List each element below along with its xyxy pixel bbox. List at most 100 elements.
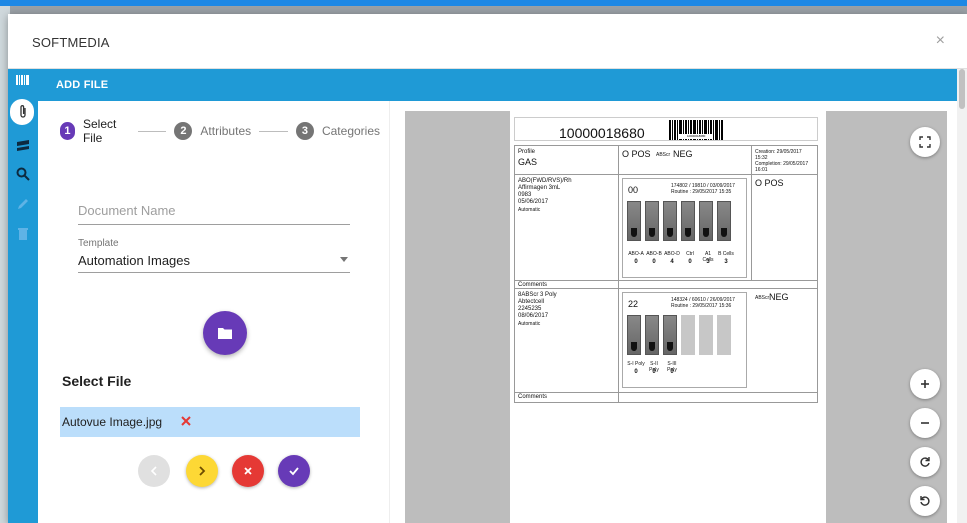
test1-tubes xyxy=(627,201,735,241)
gel-tube xyxy=(681,201,695,241)
next-button[interactable] xyxy=(186,455,218,487)
column-value: 0 xyxy=(688,259,692,265)
browse-folder-button[interactable] xyxy=(203,311,247,355)
rotate-left-button[interactable] xyxy=(910,486,940,516)
step-label: Attributes xyxy=(200,124,252,138)
zoom-in-button[interactable] xyxy=(910,369,940,399)
search-icon[interactable] xyxy=(15,166,31,182)
column-divider xyxy=(618,146,619,402)
test1-score: 00 xyxy=(628,185,639,195)
barcode-caption: 10000018680 xyxy=(687,134,706,138)
select-file-heading: Select File xyxy=(62,373,132,389)
test2-result-label: ABScr xyxy=(755,295,770,301)
zoom-in-icon xyxy=(921,380,929,388)
test2-mode: Automatic xyxy=(518,321,541,327)
background-app-header xyxy=(0,0,967,6)
test1-lot: 0983 xyxy=(518,192,532,198)
column-value: 0 xyxy=(652,369,656,375)
test2-lot: 2245235 xyxy=(518,306,542,312)
profile-label: Profile xyxy=(518,149,536,155)
rotate-left-icon xyxy=(920,496,930,506)
test2-result: NEG xyxy=(769,292,789,302)
gel-tube-empty xyxy=(681,315,695,355)
template-label: Template xyxy=(78,238,119,249)
scrollbar-thumb[interactable] xyxy=(959,69,965,109)
pencil-icon[interactable] xyxy=(15,196,31,212)
confirm-button[interactable] xyxy=(278,455,310,487)
check-icon xyxy=(289,467,299,476)
results-report: Profile GAS O POS ABScr NEG Creation: 29… xyxy=(514,145,818,403)
gel-tube-empty xyxy=(699,315,713,355)
step-categories[interactable]: 3 Categories xyxy=(295,122,380,140)
document-name-input[interactable]: Document Name xyxy=(78,201,350,225)
selected-file-row[interactable]: Autovue Image.jpg xyxy=(60,407,360,437)
barcode-icon[interactable] xyxy=(15,72,31,88)
rotate-right-button[interactable] xyxy=(910,447,940,477)
step-number: 2 xyxy=(174,122,193,140)
remove-file-icon[interactable] xyxy=(178,413,194,429)
add-file-dialog: SOFTMEDIA × ADD FILE 1 Select File 2 Att… xyxy=(8,14,967,523)
step-connector xyxy=(137,130,167,132)
cancel-button[interactable] xyxy=(232,455,264,487)
close-icon[interactable]: × xyxy=(936,32,945,50)
stepper: 1 Select File 2 Attributes 3 Categories xyxy=(60,117,380,145)
chevron-right-icon xyxy=(199,466,206,476)
column-value: 0 xyxy=(634,259,638,265)
test2-line2: Routine : 29/05/2017 15:36 xyxy=(671,303,732,309)
step-select-file[interactable]: 1 Select File xyxy=(60,117,130,145)
test2-card: 22 148324 / 60610 / 26/09/2017 Routine :… xyxy=(622,292,747,388)
test2-tubes xyxy=(627,315,735,355)
gel-tube xyxy=(627,315,641,355)
gel-tube xyxy=(663,201,677,241)
test1-column-values: 0 0 4 0 3 3 xyxy=(627,259,735,265)
trash-icon[interactable] xyxy=(15,226,31,242)
gel-tube xyxy=(663,315,677,355)
row-divider xyxy=(515,174,817,175)
step-label: Categories xyxy=(321,124,380,138)
paperclip-icon[interactable] xyxy=(15,104,31,120)
gel-tube xyxy=(717,201,731,241)
step-label: Select File xyxy=(82,117,117,145)
template-select[interactable]: Automation Images xyxy=(78,251,350,273)
zoom-out-icon xyxy=(921,422,929,424)
test1-result: O POS xyxy=(755,178,784,188)
layers-icon[interactable] xyxy=(15,137,31,153)
zoom-out-button[interactable] xyxy=(910,408,940,438)
toolbar-title: ADD FILE xyxy=(56,79,109,91)
test1-mode: Automatic xyxy=(518,207,541,213)
row-divider xyxy=(515,392,817,393)
column-divider xyxy=(751,146,752,280)
form-panel: 1 Select File 2 Attributes 3 Categories … xyxy=(38,101,390,523)
column-value: 0 xyxy=(670,369,674,375)
comments-label: Comments xyxy=(518,394,548,400)
column-value: 0 xyxy=(652,259,656,265)
test2-date: 08/06/2017 xyxy=(518,313,549,319)
completion-time: Completion: 29/05/2017 16:01 xyxy=(755,161,809,173)
row-divider xyxy=(515,280,817,281)
gel-tube xyxy=(645,201,659,241)
document-name-placeholder: Document Name xyxy=(78,203,176,218)
test2-name: 8ABScr 3 Poly xyxy=(518,292,557,298)
column-value: 3 xyxy=(706,259,710,265)
column-value: 4 xyxy=(670,259,674,265)
preview-document[interactable]: 10000018680 10000018680 Profile GAS O PO… xyxy=(510,111,826,523)
folder-icon xyxy=(218,328,232,339)
fullscreen-button[interactable] xyxy=(910,127,940,157)
scrollbar[interactable] xyxy=(957,69,967,523)
abscr-result: NEG xyxy=(673,149,693,159)
test1-card: 00 174802 / 19810 / 03/09/2017 Routine :… xyxy=(622,178,747,278)
dialog-title: SOFTMEDIA xyxy=(32,35,110,50)
blood-type: O POS xyxy=(622,149,651,159)
step-attributes[interactable]: 2 Attributes xyxy=(174,122,251,140)
selected-file-name: Autovue Image.jpg xyxy=(62,415,163,429)
previous-button[interactable] xyxy=(138,455,170,487)
image-preview-panel: 10000018680 10000018680 Profile GAS O PO… xyxy=(405,111,947,523)
abscr-label: ABScr xyxy=(656,152,671,158)
test1-name: ABO(FWD/RVS)/Rh xyxy=(518,178,572,184)
template-value: Automation Images xyxy=(78,253,191,268)
gel-tube xyxy=(645,315,659,355)
gel-tube xyxy=(627,201,641,241)
close-icon xyxy=(244,467,252,475)
test2-column-values: 0 0 0 xyxy=(627,369,681,375)
gel-tube xyxy=(699,201,713,241)
